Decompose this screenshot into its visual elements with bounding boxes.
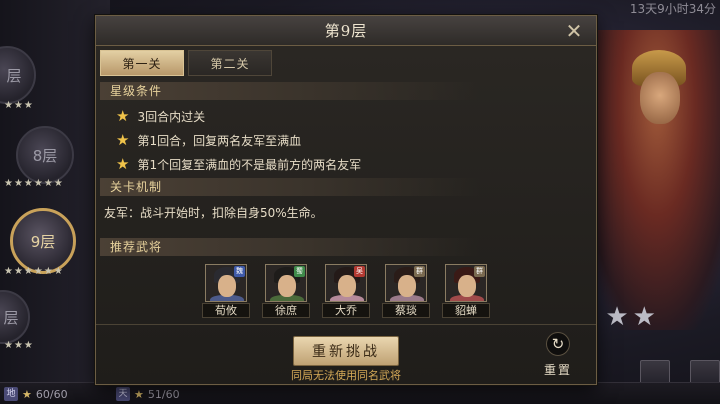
general-portrait: 群: [445, 264, 487, 302]
hero-face: [640, 72, 680, 124]
dialog-header: 第9层: [96, 16, 596, 46]
floor-node-label: 9层: [30, 232, 56, 251]
general-card[interactable]: 魏荀攸: [201, 264, 251, 318]
star-condition-text: 第1回合，回复两名友军至满血: [137, 134, 302, 148]
faction-badge: 群: [414, 266, 425, 277]
close-icon[interactable]: ✕: [564, 21, 584, 41]
recommended-generals-heading: 推荐武将: [100, 238, 480, 256]
star-icon: ★: [116, 107, 130, 125]
floor-stars: ★★★: [4, 340, 34, 351]
general-card[interactable]: 蜀徐庶: [261, 264, 311, 318]
general-card[interactable]: 吴大乔: [321, 264, 371, 318]
general-portrait: 吴: [325, 264, 367, 302]
portrait-face: [398, 275, 416, 297]
star-icon: ★: [116, 155, 130, 173]
star-icon: ★: [134, 387, 144, 401]
floor-stars: ★★★: [4, 100, 34, 111]
heaven-star-counter: 天 ★ 51/60: [116, 387, 180, 401]
challenge-note: 同局无法使用同名武将: [291, 369, 401, 382]
general-name: 徐庶: [262, 303, 310, 318]
mechanism-description: 友军：战斗开始时，扣除自身50%生命。: [104, 206, 323, 220]
star-condition-text: 3回合内过关: [137, 110, 206, 124]
floor-stars: ★★★★★★: [4, 266, 64, 277]
earth-tag: 地: [4, 387, 18, 401]
faction-badge: 群: [474, 266, 485, 277]
floor-reward-stars: ★★: [605, 302, 660, 332]
star-condition-item: ★ 第1回合，回复两名友军至满血: [116, 132, 301, 149]
star-condition-item: ★ 第1个回复至满血的不是最前方的两名友军: [116, 156, 361, 173]
floor-node-9[interactable]: 9层: [10, 208, 76, 274]
refresh-icon: ↻: [546, 332, 570, 356]
general-portrait: 群: [385, 264, 427, 302]
floor-node-label: 层: [3, 308, 19, 327]
star-condition-item: ★ 3回合内过关: [116, 108, 205, 125]
general-card[interactable]: 群貂蝉: [441, 264, 491, 318]
star-conditions-heading: 星级条件: [100, 82, 480, 100]
portrait-face: [338, 275, 356, 297]
stage-tabs: 第一关 第二关: [100, 50, 272, 76]
floor-node-label: 层: [6, 66, 22, 85]
general-portrait: 魏: [205, 264, 247, 302]
recommended-generals-list: 魏荀攸蜀徐庶吴大乔群蔡琰群貂蝉: [201, 264, 491, 318]
heaven-tag: 天: [116, 387, 130, 401]
faction-badge: 吴: [354, 266, 365, 277]
general-name: 荀攸: [202, 303, 250, 318]
star-icon: ★: [22, 387, 32, 401]
portrait-face: [278, 275, 296, 297]
floor-stars: ★★★★★★: [4, 178, 64, 189]
tab-stage-2[interactable]: 第二关: [188, 50, 272, 76]
mechanism-heading: 关卡机制: [100, 178, 480, 196]
heaven-star-value: 51/60: [147, 387, 180, 401]
countdown-timer: 13天9小时34分: [629, 2, 716, 16]
general-name: 貂蝉: [442, 303, 490, 318]
bottom-status-bar: [0, 382, 720, 404]
faction-badge: 蜀: [294, 266, 305, 277]
earth-star-value: 60/60: [35, 387, 68, 401]
divider: [96, 324, 596, 325]
portrait-face: [458, 275, 476, 297]
rechallenge-button[interactable]: 重新挑战: [293, 336, 399, 366]
general-portrait: 蜀: [265, 264, 307, 302]
reset-button[interactable]: ↻ 重置: [536, 332, 580, 377]
reset-label: 重置: [543, 363, 572, 377]
general-card[interactable]: 群蔡琰: [381, 264, 431, 318]
portrait-face: [218, 275, 236, 297]
dialog-title: 第9层: [324, 22, 368, 40]
earth-star-counter: 地 ★ 60/60: [4, 387, 68, 401]
floor-node-8[interactable]: 8层: [16, 126, 74, 184]
star-condition-text: 第1个回复至满血的不是最前方的两名友军: [137, 158, 362, 172]
tab-stage-1[interactable]: 第一关: [100, 50, 184, 76]
star-icon: ★: [116, 131, 130, 149]
general-name: 蔡琰: [382, 303, 430, 318]
faction-badge: 魏: [234, 266, 245, 277]
stage-detail-dialog: 第9层 ✕ 第一关 第二关 星级条件 ★ 3回合内过关 ★ 第1回合，回复两名友…: [95, 15, 597, 385]
general-name: 大乔: [322, 303, 370, 318]
floor-node-label: 8层: [32, 146, 58, 165]
